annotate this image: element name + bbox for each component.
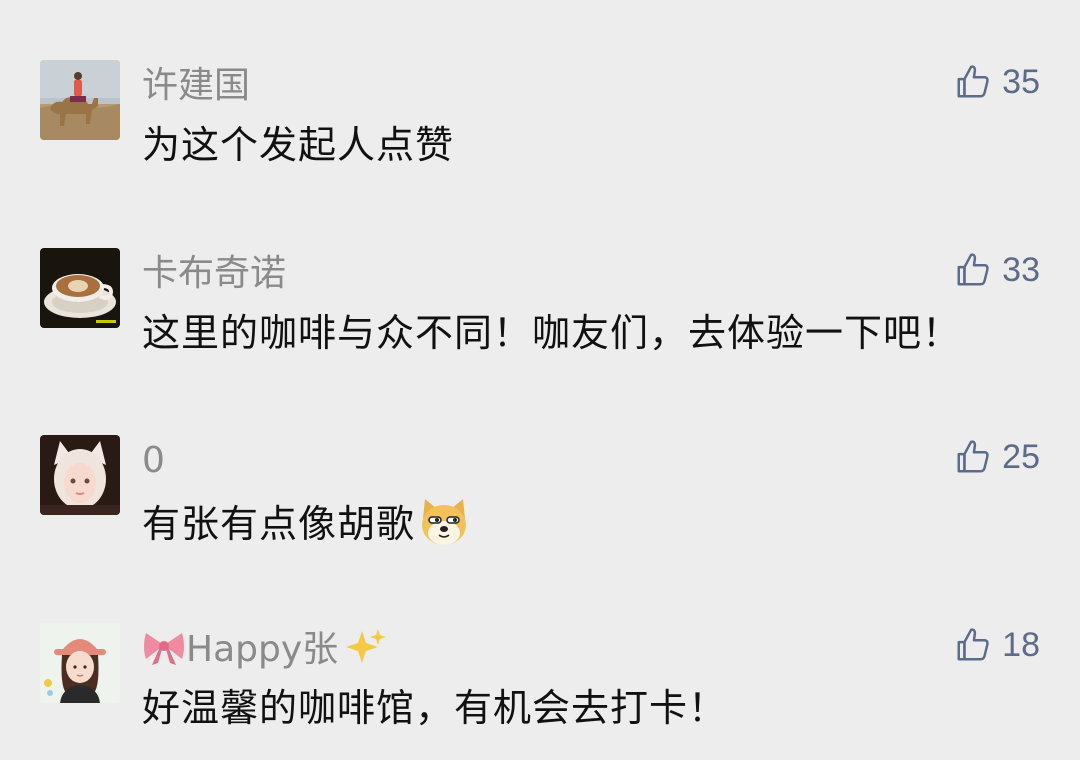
comment-item: Happy张 18 好温馨的咖啡馆，有机会去打卡！	[0, 623, 1080, 760]
like-button[interactable]: 35	[954, 60, 1040, 104]
comment-text: 这里的咖啡与众不同！咖友们，去体验一下吧！	[142, 311, 962, 355]
like-button[interactable]: 25	[954, 435, 1040, 479]
cat-ear-girl-photo	[40, 435, 120, 515]
comment-text: 有张有点像胡歌	[142, 495, 471, 549]
like-count: 18	[1002, 626, 1040, 664]
like-count: 33	[1002, 251, 1040, 289]
camel-rider-photo	[40, 60, 120, 140]
comment-text: 好温馨的咖啡馆，有机会去打卡！	[142, 686, 728, 730]
comment-text: 为这个发起人点赞	[142, 123, 455, 167]
comment-item: 许建国 35 为这个发起人点赞	[0, 60, 1080, 210]
like-count: 35	[1002, 63, 1040, 101]
comment-list: 许建国 35 为这个发起人点赞 卡布奇诺 33 这里的咖啡与众不同！咖友们，去体…	[0, 0, 1080, 760]
like-button[interactable]: 18	[954, 623, 1040, 667]
sparkles-emoji-icon	[346, 629, 387, 663]
avatar[interactable]	[40, 623, 120, 703]
ribbon-emoji-icon	[144, 633, 184, 665]
thumbs-up-icon	[957, 628, 989, 661]
commenter-name[interactable]: Happy张	[142, 627, 387, 672]
avatar[interactable]	[40, 60, 120, 140]
cartoon-girl-illustration	[40, 623, 120, 703]
commenter-name-text: Happy张	[186, 629, 339, 670]
avatar[interactable]	[40, 435, 120, 515]
coffee-cup-photo	[40, 248, 120, 328]
commenter-name[interactable]: 许建国	[142, 64, 250, 108]
comment-item: 卡布奇诺 33 这里的咖啡与众不同！咖友们，去体验一下吧！	[0, 248, 1080, 398]
commenter-name[interactable]: 卡布奇诺	[142, 252, 286, 296]
thumbs-up-icon	[957, 65, 989, 98]
comment-item: 0 25 有张有点像胡歌	[0, 435, 1080, 585]
like-count: 25	[1002, 438, 1040, 476]
commenter-name[interactable]: 0	[142, 439, 165, 483]
thumbs-up-icon	[957, 440, 989, 473]
comment-text-content: 有张有点像胡歌	[142, 502, 416, 546]
thumbs-up-icon	[957, 253, 989, 286]
avatar[interactable]	[40, 248, 120, 328]
doge-emoji-icon	[422, 499, 467, 545]
like-button[interactable]: 33	[954, 248, 1040, 292]
